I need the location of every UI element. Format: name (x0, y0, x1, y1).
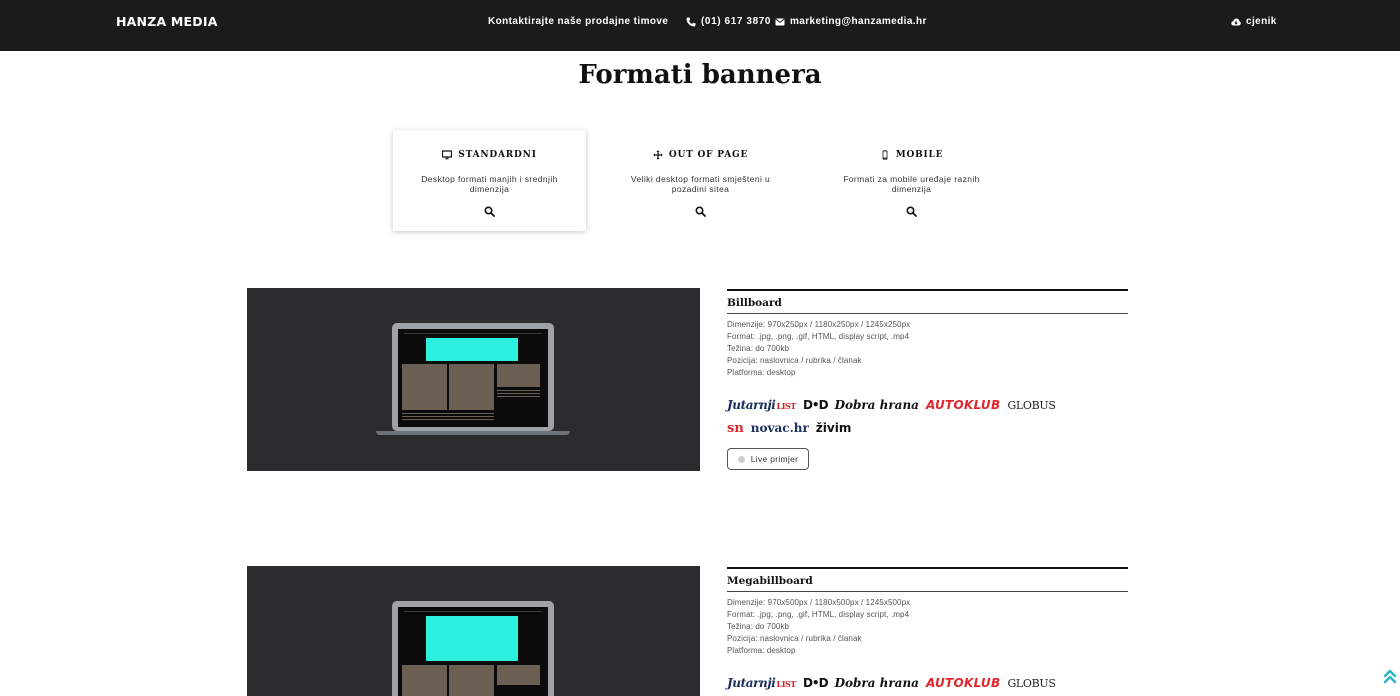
tab-description: Veliki desktop formati smješteni u pozad… (630, 174, 771, 194)
spec-platform: Platforma: desktop (727, 368, 796, 377)
brand-logos: JutarnjiLIST D•D Dobra hrana AUTOKLUB GL… (727, 397, 1077, 437)
contact-sales-label: Kontaktirajte naše prodajne timove (488, 16, 669, 27)
phone-number: (01) 617 3870 (701, 16, 772, 27)
globus-logo: GLOBUS (1007, 399, 1056, 412)
envelope-icon (775, 17, 785, 27)
spec-position: Pozicija: naslovnica / rubrika / članak (727, 634, 862, 643)
megabillboard-info: Megabillboard Dimenzije: 970x500px / 118… (727, 567, 1128, 696)
novac-logo: novac.hr (750, 421, 809, 435)
spec-weight: Težina: do 700kb (727, 622, 790, 631)
tab-standardni[interactable]: STANDARDNI Desktop formati manjih i sred… (393, 130, 586, 231)
magnifier-icon[interactable] (906, 206, 917, 217)
pricelist-label: cjenik (1246, 16, 1277, 27)
globus-logo: GLOBUS (1007, 677, 1056, 690)
arrows-move-icon (653, 150, 663, 160)
email-link[interactable]: marketing@hanzamedia.hr (775, 16, 927, 27)
mobile-icon (880, 150, 890, 160)
billboard-info: Billboard Dimenzije: 970x250px / 1180x25… (727, 289, 1128, 470)
phone-icon (686, 17, 696, 27)
site-logo[interactable]: HANZA MEDIA (116, 14, 218, 29)
format-specs: Dimenzije: 970x250px / 1180x250px / 1245… (727, 319, 1128, 379)
spec-weight: Težina: do 700kb (727, 344, 790, 353)
format-title: Billboard (727, 291, 1128, 314)
magnifier-icon[interactable] (484, 206, 495, 217)
jutarnji-logo: JutarnjiLIST (727, 676, 796, 690)
format-title: Megabillboard (727, 569, 1128, 592)
tab-label: STANDARDNI (458, 150, 537, 160)
phone-link[interactable]: (01) 617 3870 (686, 16, 771, 27)
tab-label: MOBILE (895, 150, 944, 160)
page-title: Formati bannera (578, 60, 822, 90)
spec-platform: Platforma: desktop (727, 646, 796, 655)
dd-logo: D•D (802, 676, 829, 690)
sn-logo: sn (727, 421, 744, 436)
top-navigation-bar: HANZA MEDIA Kontaktirajte naše prodajne … (0, 0, 1400, 51)
tab-mobile[interactable]: MOBILE Formati za mobile uređaje raznih … (815, 130, 1008, 231)
jutarnji-logo: JutarnjiLIST (727, 398, 796, 412)
megabillboard-preview-image (247, 566, 700, 696)
billboard-preview-image (247, 288, 700, 471)
brand-logos: JutarnjiLIST D•D Dobra hrana AUTOKLUB GL… (727, 675, 1077, 696)
dot-icon (737, 455, 745, 463)
tab-out-of-page[interactable]: OUT OF PAGE Veliki desktop formati smješ… (604, 130, 797, 231)
laptop-mockup (376, 323, 570, 435)
spec-dimensions: Dimenzije: 970x500px / 1180x500px / 1245… (727, 598, 911, 607)
double-chevron-up-icon[interactable] (1383, 668, 1397, 686)
spec-dimensions: Dimenzije: 970x250px / 1180x250px / 1245… (727, 320, 911, 329)
live-example-button[interactable]: Live primjer (727, 448, 809, 470)
pricelist-button[interactable]: cjenik (1231, 16, 1277, 27)
dd-logo: D•D (802, 398, 829, 412)
laptop-mockup (392, 601, 554, 696)
email-address: marketing@hanzamedia.hr (790, 16, 927, 27)
dobra-hrana-logo: Dobra hrana (834, 676, 919, 690)
autoklub-logo: AUTOKLUB (925, 676, 1001, 690)
format-specs: Dimenzije: 970x500px / 1180x500px / 1245… (727, 597, 1128, 657)
cloud-download-icon (1231, 17, 1241, 27)
spec-position: Pozicija: naslovnica / rubrika / članak (727, 356, 862, 365)
tab-label: OUT OF PAGE (668, 150, 749, 160)
dobra-hrana-logo: Dobra hrana (834, 398, 919, 412)
tab-description: Desktop formati manjih i srednjih dimenz… (421, 174, 558, 194)
monitor-icon (442, 150, 453, 160)
zivim-logo: živim (815, 421, 852, 435)
live-example-label: Live primjer (750, 454, 799, 464)
magnifier-icon[interactable] (695, 206, 706, 217)
spec-format: Format: .jpg, .png, .gif, HTML, display … (727, 332, 910, 341)
spec-format: Format: .jpg, .png, .gif, HTML, display … (727, 610, 910, 619)
autoklub-logo: AUTOKLUB (925, 398, 1001, 412)
tab-description: Formati za mobile uređaje raznih dimenzi… (843, 174, 980, 194)
